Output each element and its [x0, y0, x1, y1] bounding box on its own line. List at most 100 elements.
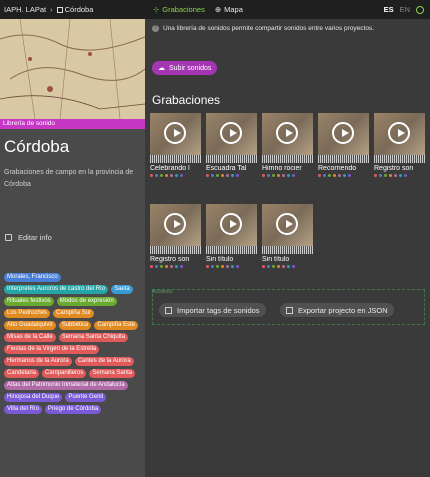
- upload-cloud-icon: ☁: [158, 65, 165, 72]
- recording-card[interactable]: Sin título: [206, 204, 257, 286]
- tag-dot: [292, 265, 295, 268]
- tag-dots: [206, 174, 257, 177]
- recording-card[interactable]: Registro son: [374, 113, 425, 195]
- waveform: [150, 155, 201, 163]
- tag-dot: [338, 174, 341, 177]
- info-text: Una librería de sonidos permite comparti…: [163, 25, 374, 32]
- nav-map[interactable]: ⊕ Mapa: [215, 5, 243, 14]
- tag-chip[interactable]: Puente Genil: [65, 393, 107, 402]
- tag-chip[interactable]: Semana Santa: [89, 369, 136, 378]
- tag-chip[interactable]: Misas de la Calle: [4, 333, 56, 342]
- user-icon[interactable]: [416, 5, 424, 14]
- tag-chip[interactable]: Atlas del Patrimonio Inmaterial de Andal…: [4, 381, 128, 390]
- tag-chip[interactable]: Modos de expresión: [56, 297, 117, 306]
- recording-title: Celebrando l: [150, 165, 190, 172]
- tag-chip[interactable]: Rituales festivos: [4, 297, 54, 306]
- import-tags-label: Importar tags de sonidos: [177, 305, 260, 315]
- globe-icon: ⊕: [214, 5, 222, 14]
- nav-recordings[interactable]: ⊹ Grabaciones: [153, 5, 205, 14]
- play-icon[interactable]: [388, 122, 410, 144]
- recording-title: Himno rocier: [262, 165, 302, 172]
- tag-chip[interactable]: Priego de Córdoba: [44, 405, 102, 414]
- tag-chip[interactable]: Hinojosa del Duque: [4, 393, 63, 402]
- library-label: Librería de sonido: [0, 119, 145, 129]
- tag-dot: [282, 265, 285, 268]
- waveform: [318, 155, 369, 163]
- tag-dot: [150, 174, 153, 177]
- tag-dot: [287, 265, 290, 268]
- recording-title: Sin título: [262, 256, 290, 263]
- tag-chip[interactable]: Semana Santa Chiquita: [58, 333, 129, 342]
- play-icon[interactable]: [220, 122, 242, 144]
- tag-dot: [170, 265, 173, 268]
- export-json-button[interactable]: Exportar projecto en JSON: [280, 303, 394, 317]
- waveform: [262, 246, 313, 254]
- actions-label: Acciones: [152, 289, 173, 295]
- tag-dot: [211, 174, 214, 177]
- info-icon: ?: [152, 25, 159, 32]
- tag-dot: [206, 265, 209, 268]
- tag-chip[interactable]: Campanilleros: [42, 369, 87, 378]
- tag-chip[interactable]: Alto Guadalquivir: [4, 321, 56, 330]
- play-icon[interactable]: [164, 213, 186, 235]
- tag-dot: [374, 174, 377, 177]
- breadcrumb-current-label: Córdoba: [64, 5, 94, 14]
- import-tags-button[interactable]: Importar tags de sonidos: [159, 303, 266, 317]
- recording-card[interactable]: Registro son: [150, 204, 201, 286]
- tag-chip[interactable]: Campiña Sur: [53, 309, 95, 318]
- tag-dots: [318, 174, 369, 177]
- tag-dot: [379, 174, 382, 177]
- breadcrumb-root[interactable]: IAPH. LAPat: [4, 5, 46, 14]
- recording-card[interactable]: Escuadra Tal: [206, 113, 257, 195]
- recording-title: Registro son: [150, 256, 190, 263]
- tag-chip[interactable]: Hermanos de la Aurora: [4, 357, 72, 366]
- tag-chip[interactable]: Morales, Francisco: [4, 273, 61, 282]
- recording-thumbnail: [206, 113, 257, 155]
- recording-thumbnail: [206, 204, 257, 246]
- tag-dot: [165, 174, 168, 177]
- tag-dot: [399, 174, 402, 177]
- tag-chip[interactable]: Los Pedroches: [4, 309, 51, 318]
- tag-dots: [262, 265, 313, 268]
- tag-chip[interactable]: Villa del Río: [4, 405, 42, 414]
- recording-card[interactable]: Himno rocier: [262, 113, 313, 195]
- play-icon[interactable]: [276, 122, 298, 144]
- recording-thumbnail: [262, 204, 313, 246]
- tag-chip[interactable]: Fiestas de la Virgen de la Estrella: [4, 345, 100, 354]
- lang-es[interactable]: ES: [384, 5, 394, 14]
- tag-dot: [262, 265, 265, 268]
- edit-info-button[interactable]: Editar info: [5, 233, 52, 242]
- tag-dot: [180, 265, 183, 268]
- tag-chip[interactable]: Candelaria: [4, 369, 40, 378]
- recording-card[interactable]: Sin título: [262, 204, 313, 286]
- recording-title: Escuadra Tal: [206, 165, 247, 172]
- export-icon: [286, 306, 293, 314]
- tag-dots: [374, 174, 425, 177]
- breadcrumb-current[interactable]: Córdoba: [56, 5, 94, 14]
- waveform: [262, 155, 313, 163]
- recording-card[interactable]: Celebrando l: [150, 113, 201, 195]
- play-icon[interactable]: [220, 213, 242, 235]
- library-title: Córdoba: [4, 137, 70, 156]
- lang-en[interactable]: EN: [400, 5, 410, 14]
- tag-dot: [384, 174, 387, 177]
- tag-chip[interactable]: Cantes de la Aurora: [74, 357, 134, 366]
- recording-card[interactable]: Recorriendo: [318, 113, 369, 195]
- tag-dot: [292, 174, 295, 177]
- tag-chip[interactable]: Campiña Este: [94, 321, 139, 330]
- tag-chip[interactable]: Subbética: [58, 321, 92, 330]
- tag-dot: [267, 265, 270, 268]
- tag-dot: [180, 174, 183, 177]
- tag-chip[interactable]: Interpretes Auroros de castro del Río: [4, 285, 109, 294]
- play-icon[interactable]: [332, 122, 354, 144]
- waveform-icon: ⊹: [153, 5, 160, 14]
- tag-dot: [328, 174, 331, 177]
- upload-sounds-button[interactable]: ☁ Subir sonidos: [152, 61, 218, 75]
- sidebar: Librería de sonido Córdoba Grabaciones d…: [0, 19, 145, 477]
- main-panel: ? Una librería de sonidos permite compar…: [145, 19, 430, 477]
- play-icon[interactable]: [276, 213, 298, 235]
- tag-dot: [282, 174, 285, 177]
- tag-chip[interactable]: Saeta: [111, 285, 133, 294]
- play-icon[interactable]: [164, 122, 186, 144]
- tag-dot: [272, 174, 275, 177]
